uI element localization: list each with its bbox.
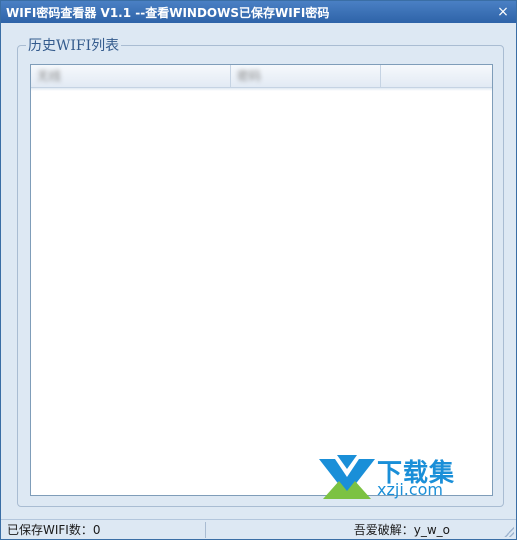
- status-bar: 已保存WIFI数：0 吾爱破解：y_w_o: [1, 519, 516, 539]
- column-header-password-label: 密码: [237, 69, 262, 83]
- group-legend: 历史WIFI列表: [26, 35, 122, 55]
- column-header-filler: [381, 65, 492, 88]
- wifi-history-group: 历史WIFI列表 无线 密码 下载集 xzji.com: [17, 35, 504, 507]
- list-header: 无线 密码: [31, 65, 492, 88]
- app-window: WIFI密码查看器 V1.1 --查看WINDOWS已保存WIFI密码 × 历史…: [0, 0, 517, 540]
- wifi-list[interactable]: 无线 密码 下载集 xzji.com: [30, 64, 493, 499]
- column-header-ssid-label: 无线: [37, 69, 62, 83]
- header-divider: [31, 88, 492, 91]
- column-header-password[interactable]: 密码: [231, 65, 381, 88]
- credit-status: 吾爱破解：y_w_o: [353, 523, 450, 537]
- resize-grip-icon[interactable]: [504, 527, 514, 537]
- site-watermark: 下载集 xzji.com: [319, 451, 469, 503]
- window-title: WIFI密码查看器 V1.1 --查看WINDOWS已保存WIFI密码: [6, 5, 330, 20]
- close-icon[interactable]: ×: [494, 3, 512, 21]
- column-header-ssid[interactable]: 无线: [31, 65, 231, 88]
- download-arrow-logo-icon: [319, 455, 375, 499]
- title-bar[interactable]: WIFI密码查看器 V1.1 --查看WINDOWS已保存WIFI密码 ×: [1, 1, 516, 23]
- watermark-brand-en: xzji.com: [377, 480, 444, 499]
- saved-count-status: 已保存WIFI数：0: [1, 521, 206, 538]
